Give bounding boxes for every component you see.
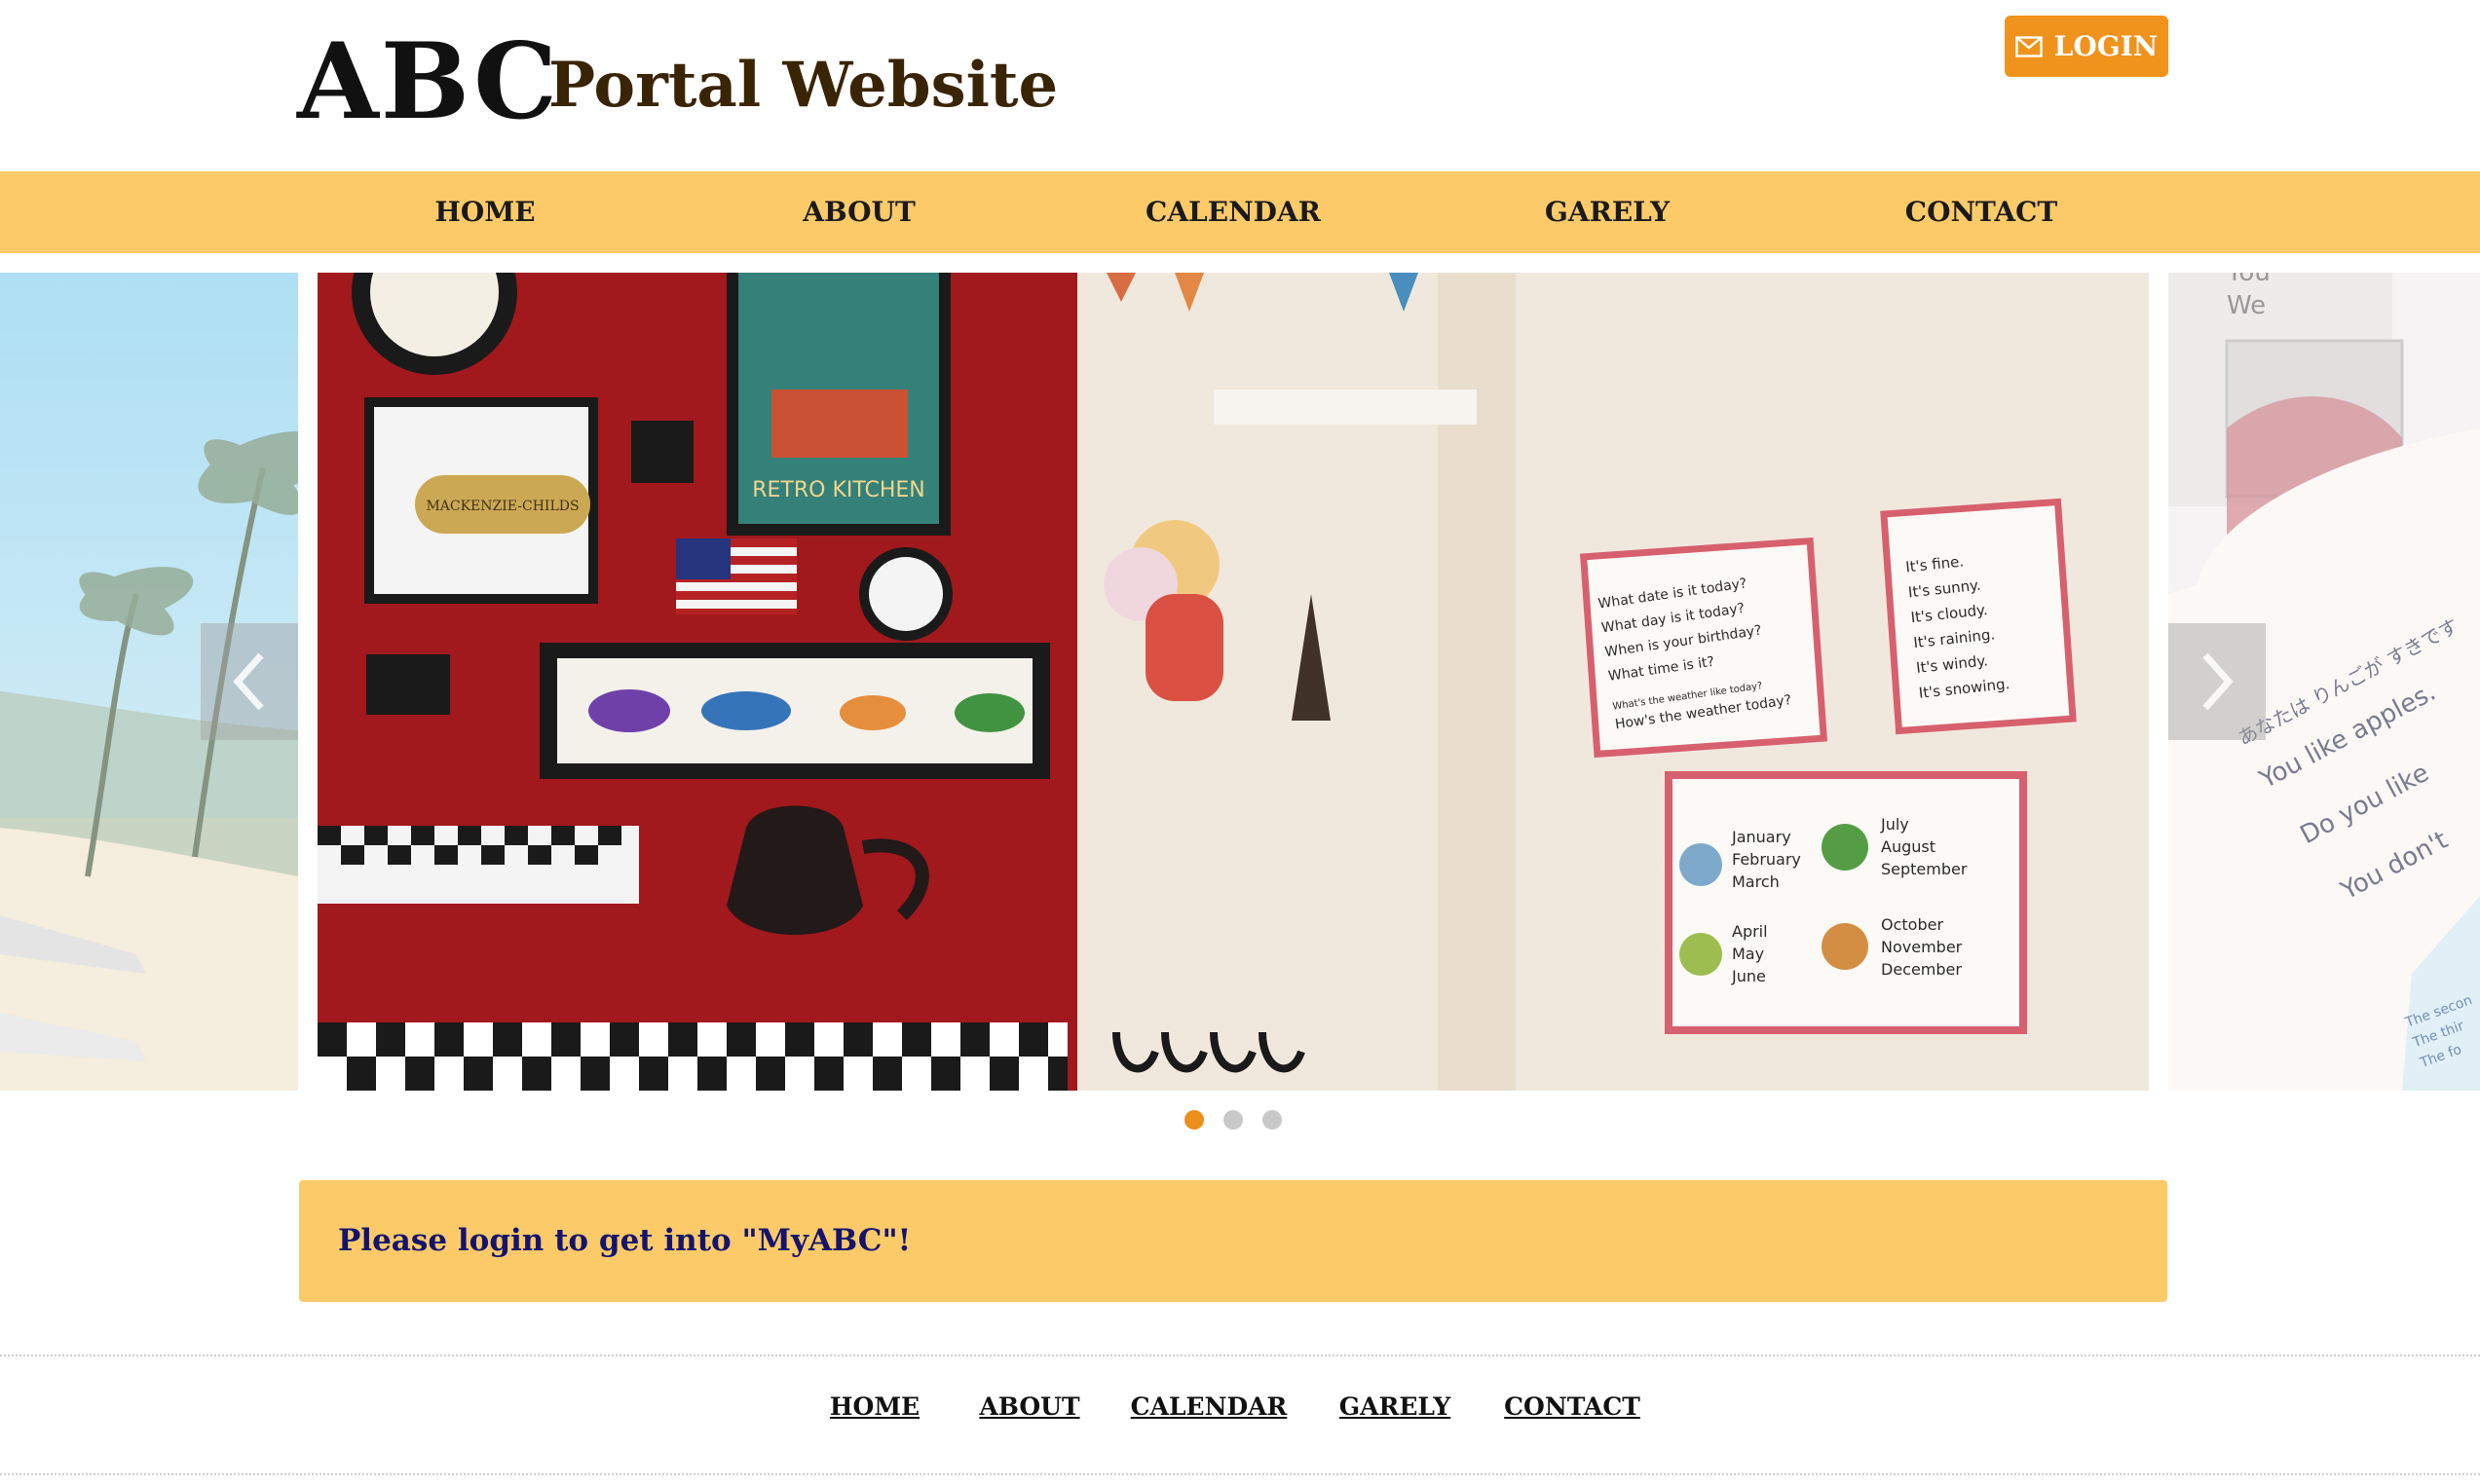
nav-home[interactable]: HOME [434, 171, 535, 253]
footer-link-contact[interactable]: CONTACT [1504, 1392, 1640, 1421]
nav-contact[interactable]: CONTACT [1905, 171, 2057, 253]
footer-bottom-divider [0, 1473, 2480, 1475]
nav-garely[interactable]: GARELY [1545, 171, 1670, 253]
main-nav: HOME ABOUT CALENDAR GARELY CONTACT [0, 171, 2480, 253]
footer-link-garely[interactable]: GARELY [1339, 1392, 1450, 1421]
login-button[interactable]: LOGIN [2005, 16, 2168, 77]
nav-calendar[interactable]: CALENDAR [1146, 171, 1321, 253]
footer-link-about[interactable]: ABOUT [979, 1392, 1079, 1421]
footer-nav: HOME ABOUT CALENDAR GARELY CONTACT [0, 1392, 2480, 1431]
site-logo[interactable]: ABC [297, 14, 559, 150]
login-notice: Please login to get into "MyABC"! [299, 1180, 2167, 1302]
login-notice-text: Please login to get into "MyABC"! [338, 1223, 912, 1258]
envelope-icon [2014, 35, 2043, 57]
nav-about[interactable]: ABOUT [803, 171, 916, 253]
classroom-wall-image: MACKENZIE-CHILDS RETRO KITCHEN What date… [318, 273, 2149, 1091]
carousel-slide-active: MACKENZIE-CHILDS RETRO KITCHEN What date… [318, 273, 2149, 1091]
carousel-next-button[interactable] [2168, 623, 2266, 740]
carousel-dot-3[interactable] [1262, 1110, 1282, 1130]
login-button-label: LOGIN [2053, 30, 2159, 62]
chevron-left-icon [233, 652, 264, 711]
footer-link-home[interactable]: HOME [830, 1392, 920, 1421]
footer-divider [0, 1354, 2480, 1356]
chevron-right-icon [2202, 652, 2234, 711]
carousel-dot-1[interactable] [1184, 1110, 1204, 1130]
site-subtitle: Portal Website [548, 49, 1059, 122]
footer-link-calendar[interactable]: CALENDAR [1131, 1392, 1288, 1421]
carousel-dot-2[interactable] [1223, 1110, 1243, 1130]
carousel-prev-button[interactable] [201, 623, 298, 740]
image-carousel: MACKENZIE-CHILDS RETRO KITCHEN What date… [0, 273, 2480, 1091]
carousel-indicators [0, 1110, 2480, 1132]
